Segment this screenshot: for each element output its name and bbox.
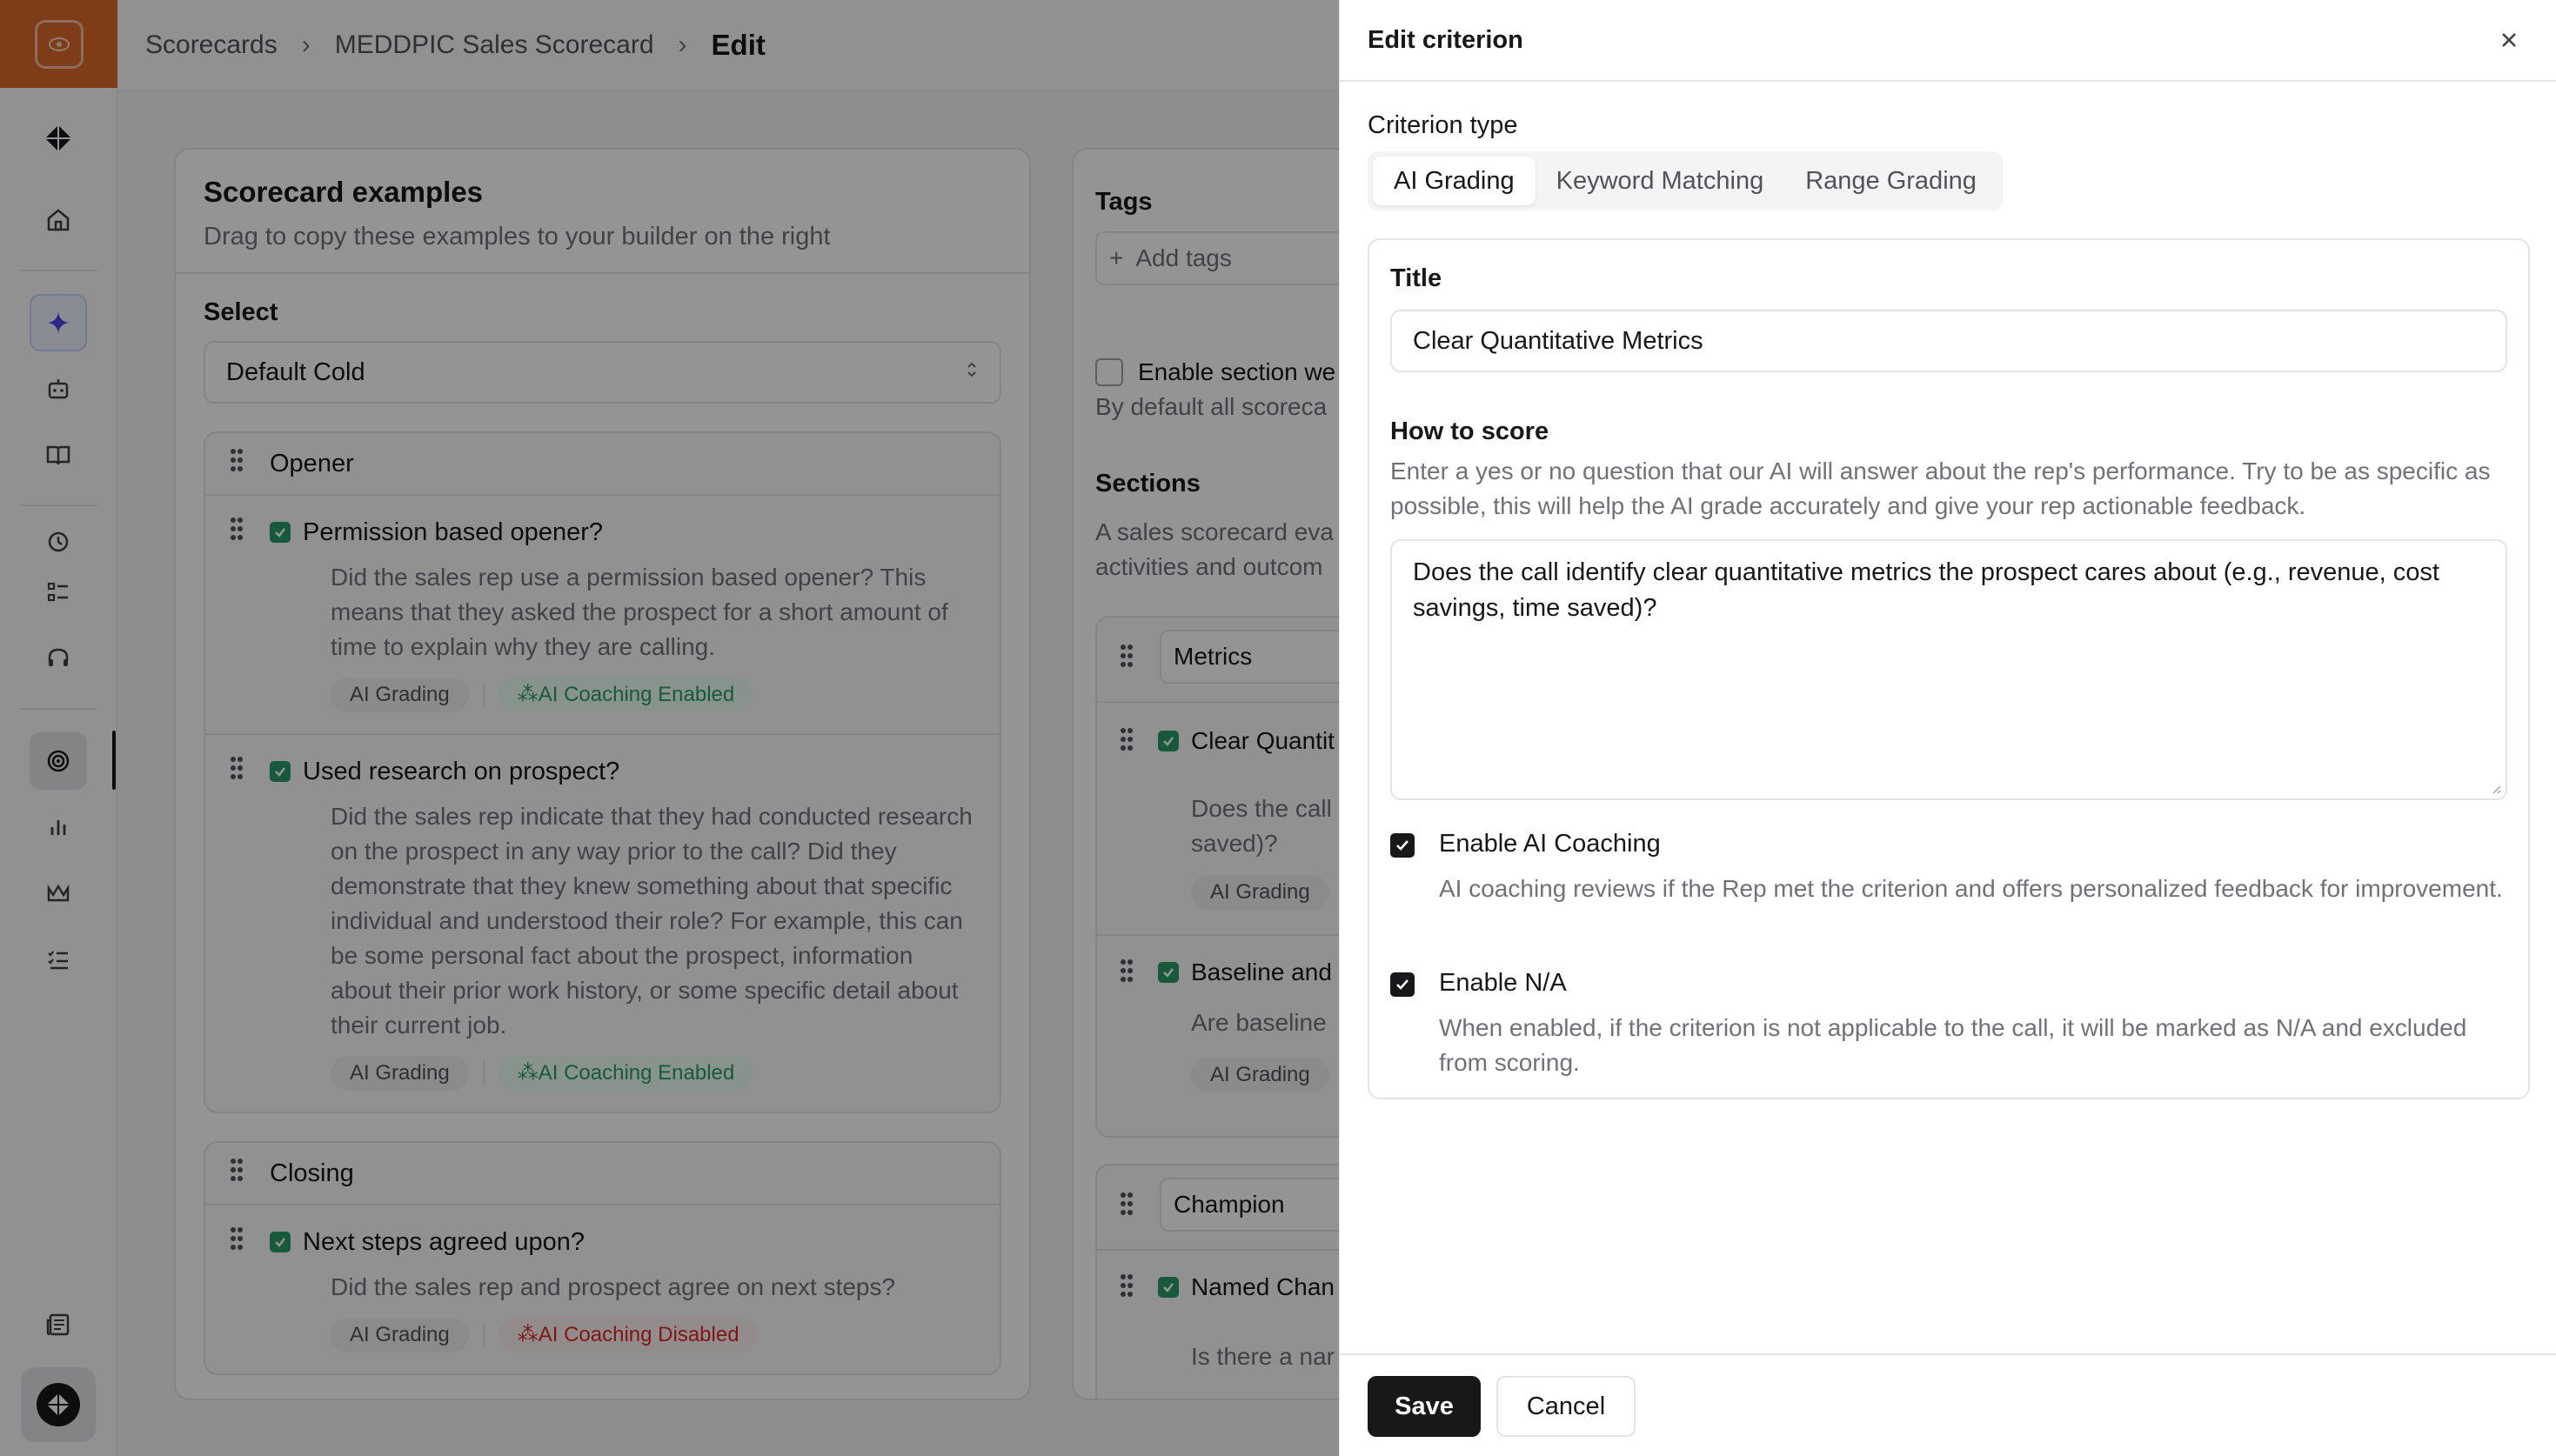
enable-na-checkbox[interactable] (1390, 972, 1415, 997)
drawer-footer: Save Cancel (1340, 1353, 2556, 1456)
drawer-title: Edit criterion (1368, 25, 1523, 54)
drawer-header: Edit criterion (1340, 0, 2556, 82)
title-input[interactable]: Clear Quantitative Metrics (1390, 310, 2507, 372)
enable-na-label: Enable N/A (1439, 969, 1567, 997)
save-button[interactable]: Save (1368, 1376, 1481, 1437)
check-icon (1396, 840, 1408, 851)
close-button[interactable] (2490, 21, 2528, 59)
title-label: Title (1390, 264, 1442, 292)
enable-coaching-help: AI coaching reviews if the Rep met the c… (1439, 875, 2503, 902)
check-icon (1396, 979, 1408, 990)
tab-ai-grading[interactable]: AI Grading (1373, 157, 1536, 205)
enable-coaching-checkbox[interactable] (1390, 833, 1415, 858)
how-to-score-help: Enter a yes or no question that our AI w… (1390, 458, 2491, 519)
tab-keyword-matching[interactable]: Keyword Matching (1536, 157, 1785, 205)
close-icon (2502, 33, 2516, 47)
criterion-type-label: Criterion type (1368, 111, 1518, 139)
edit-criterion-drawer: Edit criterion Criterion type AI Grading… (1339, 0, 2556, 1456)
how-to-score-label: How to score (1390, 417, 1549, 445)
tab-range-grading[interactable]: Range Grading (1784, 157, 1997, 205)
enable-na-help: When enabled, if the criterion is not ap… (1439, 1014, 2467, 1076)
enable-coaching-label: Enable AI Coaching (1439, 830, 1661, 858)
resize-handle-icon (2492, 785, 2501, 794)
criterion-form: Title Clear Quantitative Metrics How to … (1368, 238, 2530, 1099)
how-to-score-textarea[interactable]: Does the call identify clear quantitativ… (1390, 539, 2507, 800)
criterion-type-tabs: AI Grading Keyword Matching Range Gradin… (1368, 151, 2003, 210)
cancel-button[interactable]: Cancel (1496, 1376, 1636, 1437)
modal-backdrop[interactable] (0, 0, 1339, 1456)
